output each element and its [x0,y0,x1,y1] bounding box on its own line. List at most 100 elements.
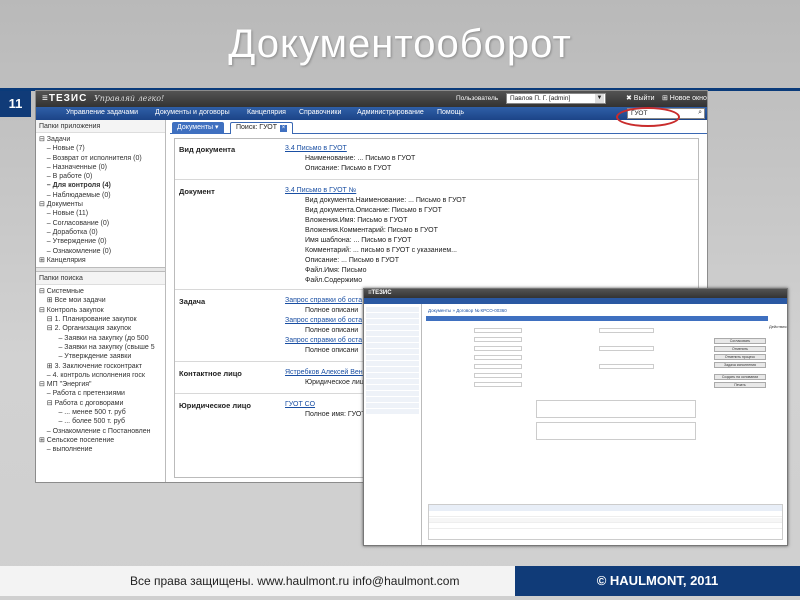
tree-item[interactable]: – Заявки на закупку (свыше 5 [39,343,162,352]
tree-item[interactable]: – выполнение [39,445,162,454]
form-field[interactable] [474,382,522,387]
tree-item[interactable]: – ... менее 500 т. руб [39,408,162,417]
close-icon[interactable]: × [280,125,288,132]
tree-item[interactable]: ⊟ Документы [39,200,162,209]
result-section-doc-kind: Вид документа [179,145,236,154]
tree-item[interactable]: – Утверждение заявки [39,352,162,361]
result-line: Вложения.Имя: Письмо в ГУОТ [305,217,408,224]
tree-item[interactable]: – 4. контроль исполнения госк [39,371,162,380]
footer-copyright: © HAULMONT, 2011 [515,566,800,596]
tab-search[interactable]: Поиск: ГУОТ × [230,122,294,134]
search-folders-tree: ⊟ Системные ⊞ Все мои задачи ⊟ Контроль з… [36,285,165,456]
tree-item[interactable]: ⊟ Системные [39,287,162,296]
tab-documents[interactable]: Документы ▾ [172,122,224,134]
new-window-button[interactable]: ⊞ Новое окно [662,94,707,102]
table-row[interactable] [429,524,782,529]
tree-item[interactable]: – Работа с претензиями [39,389,162,398]
comment-textarea[interactable] [536,400,696,418]
tree-item[interactable]: ⊞ 3. Заключение госконтракт [39,362,162,371]
menu-item-office[interactable]: Канцелярия [247,109,286,116]
result-line: Полное описани [305,347,359,354]
tree-item[interactable]: ⊞ Канцелярия [39,256,162,265]
footer-rights: Все права защищены. www.haulmont.ru info… [130,574,460,588]
tree-item[interactable]: ⊟ Задачи [39,135,162,144]
tree-item[interactable]: ⊞ Сельское поселение [39,436,162,445]
tree-item[interactable]: – Утверждение (0) [39,237,162,246]
slide-title: Документооборот [228,22,572,66]
form-field[interactable] [474,373,522,378]
create-based-on-button[interactable]: Создать на основании [714,374,766,380]
execution-task-button[interactable]: Задача исполнения [714,362,766,368]
result-link-task[interactable]: Запрос справки об оста [285,297,362,304]
result-line: Вложения.Комментарий: Письмо в ГУОТ [305,227,438,234]
result-section-legal: Юридическое лицо [179,401,251,410]
tab-documents-label: Документы [177,124,214,131]
cancel-process-button[interactable]: Отменить процесс [714,354,766,360]
result-divider [175,179,698,180]
left-panel: Папки приложения ⊟ Задачи – Новые (7) – … [36,120,166,482]
tree-item[interactable]: – Новые (11) [39,209,162,218]
form-field[interactable] [474,337,522,342]
result-link-task[interactable]: Запрос справки об оста [285,317,362,324]
tree-item[interactable]: – Наблюдаемые (0) [39,191,162,200]
tree-item[interactable]: – ... более 500 т. руб [39,417,162,426]
tree-item[interactable]: – Для контроля (4) [39,181,162,190]
result-link-doc-kind[interactable]: 3.4 Письмо в ГУОТ [285,145,347,152]
menu-item-tasks[interactable]: Управление задачами [66,109,138,116]
tree-item[interactable]: – Возврат от исполнителя (0) [39,154,162,163]
form-field[interactable] [474,364,522,369]
form-field[interactable] [599,364,654,369]
cancel-button[interactable]: Отменить [714,346,766,352]
form-field[interactable] [474,346,522,351]
menu-item-references[interactable]: Справочники [299,109,341,116]
description-textarea[interactable] [536,422,696,440]
tree-item[interactable]: ⊟ Контроль закупок [39,306,162,315]
tree-item[interactable]: – Согласование (0) [39,219,162,228]
list-item [366,409,419,414]
table-row[interactable] [429,518,782,523]
result-link-contact[interactable]: Ястребков Алексей Вене [285,369,367,376]
menu-item-admin[interactable]: Администрирование [357,109,424,116]
doc-tab-bar[interactable] [426,316,768,321]
tree-item[interactable]: ⊟ 1. Планирование закупок [39,315,162,324]
table-row[interactable] [429,512,782,517]
form-field[interactable] [474,355,522,360]
tree-item[interactable]: – В работе (0) [39,172,162,181]
tree-item[interactable]: – Назначенные (0) [39,163,162,172]
menu-item-documents[interactable]: Документы и договоры [155,109,230,116]
form-field[interactable] [599,346,654,351]
tree-item[interactable]: ⊞ Все мои задачи [39,296,162,305]
tree-item[interactable]: ⊟ МП "Энергия" [39,380,162,389]
tree-item[interactable]: – Ознакомление с Постановлен [39,427,162,436]
result-line: Описание: ... Письмо в ГУОТ [305,257,400,264]
list-item [366,403,419,408]
list-item [366,397,419,402]
form-field[interactable] [474,328,522,333]
list-item [366,385,419,390]
user-select[interactable]: Павлов П. Г. [admin] ▼ [506,93,606,104]
approve-button[interactable]: Согласовать [714,338,766,344]
tree-item[interactable]: – Доработка (0) [39,228,162,237]
tree-item[interactable]: – Ознакомление (0) [39,247,162,256]
app-folders-tree: ⊟ Задачи – Новые (7) – Возврат от исполн… [36,133,165,267]
print-button[interactable]: Печать [714,382,766,388]
user-select-value: Павлов П. Г. [admin] [510,95,571,102]
app-logo: ≡ТЕЗИС [42,93,88,104]
tree-item[interactable]: ⊟ 2. Организация закупок [39,324,162,333]
history-table [428,504,783,540]
result-link-legal[interactable]: ГУОТ СО [285,401,315,408]
tree-item[interactable]: ⊟ Работа с договорами [39,399,162,408]
tree-item[interactable]: – Заявки на закупку (до 500 [39,334,162,343]
logout-button[interactable]: ✖ Выйти [626,94,655,102]
user-label: Пользователь [456,95,499,102]
result-link-task[interactable]: Запрос справки об оста [285,337,362,344]
breadcrumb: Документы » Договор № КРСО-00360 [428,308,507,313]
result-section-task: Задача [179,297,206,306]
tab-bar: Документы ▾ Поиск: ГУОТ × [170,120,707,134]
search-icon[interactable]: ⌕ [698,109,702,117]
tree-item[interactable]: – Новые (7) [39,144,162,153]
form-field[interactable] [599,328,654,333]
result-link-document[interactable]: 3.4 Письмо в ГУОТ № [285,187,356,194]
menu-item-help[interactable]: Помощь [437,109,464,116]
result-line: Вид документа.Описание: Письмо в ГУОТ [305,207,442,214]
